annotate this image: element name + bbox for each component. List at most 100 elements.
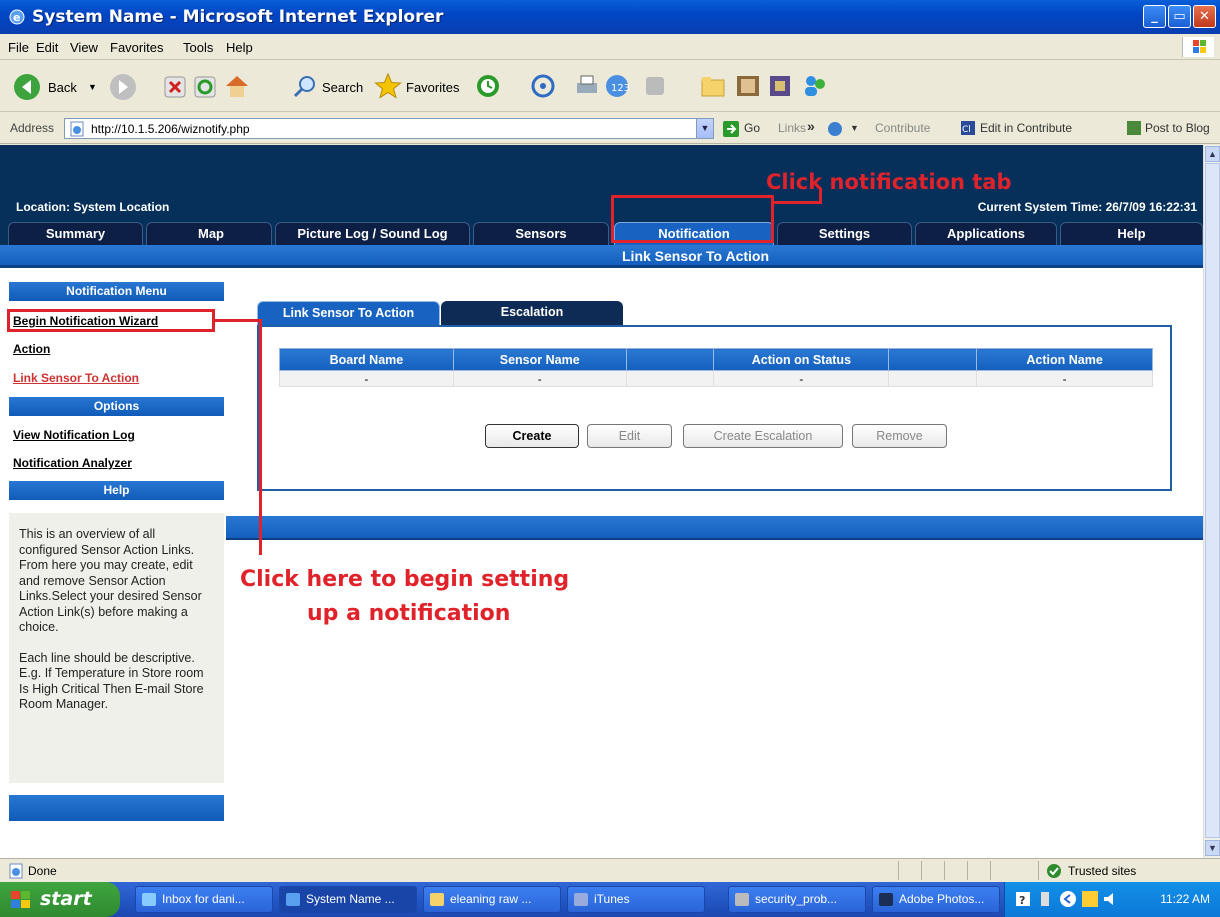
scroll-up-icon[interactable]: ▲: [1205, 146, 1220, 162]
scroll-thumb[interactable]: [1205, 163, 1220, 838]
tools-icon[interactable]: [766, 72, 794, 100]
task-security[interactable]: security_prob...: [728, 886, 866, 913]
expand-tray-icon[interactable]: [1059, 890, 1077, 908]
start-button[interactable]: start: [0, 882, 120, 917]
svg-text:e: e: [13, 11, 20, 24]
post-to-blog-button[interactable]: Post to Blog: [1145, 121, 1210, 135]
vertical-scrollbar[interactable]: ▲ ▼: [1203, 145, 1220, 858]
clock: 11:22 AM: [1160, 892, 1210, 906]
column-header[interactable]: Sensor Name: [452, 348, 627, 371]
discuss-icon[interactable]: [644, 75, 666, 97]
stop-icon[interactable]: [163, 75, 187, 99]
table-cell: [625, 370, 715, 387]
favorites-star-icon[interactable]: [374, 72, 402, 100]
table-cell: -: [279, 370, 454, 387]
help-tray-icon[interactable]: ?: [1015, 891, 1031, 907]
content-footer-bar: [226, 516, 1203, 540]
subtab-escalation[interactable]: Escalation: [441, 301, 623, 325]
tab-applications[interactable]: Applications: [915, 222, 1057, 245]
menu-favorites[interactable]: Favorites: [110, 40, 163, 55]
toolbar-addon-icon[interactable]: [826, 120, 844, 138]
forward-icon[interactable]: [108, 72, 138, 102]
menu-item-link-sensor[interactable]: Link Sensor To Action: [13, 371, 139, 385]
tab-sensors[interactable]: Sensors: [473, 222, 609, 245]
back-icon[interactable]: [12, 72, 42, 102]
tray-app-icon[interactable]: [1081, 890, 1099, 908]
create-button[interactable]: Create: [485, 424, 579, 448]
go-button[interactable]: Go: [744, 121, 760, 135]
menu-edit[interactable]: Edit: [36, 40, 58, 55]
maximize-button[interactable]: ▭: [1168, 5, 1191, 28]
page-viewport: Location: System Location Current System…: [0, 145, 1203, 858]
close-button[interactable]: ✕: [1193, 5, 1216, 28]
search-label[interactable]: Search: [322, 80, 363, 95]
edit-button[interactable]: Edit: [587, 424, 672, 448]
ie-icon: e: [9, 9, 25, 25]
back-dropdown-icon[interactable]: ▼: [88, 82, 97, 92]
status-divider: [990, 861, 991, 880]
column-header[interactable]: Board Name: [279, 348, 454, 371]
tab-settings[interactable]: Settings: [777, 222, 912, 245]
address-dropdown-icon[interactable]: ▼: [696, 119, 713, 138]
task-label: eleaning raw ...: [450, 892, 532, 906]
tab-picture-log[interactable]: Picture Log / Sound Log: [275, 222, 470, 245]
main-tabs: Summary Map Picture Log / Sound Log Sens…: [0, 218, 1203, 245]
research-icon[interactable]: [734, 72, 762, 100]
messenger-icon[interactable]: 123: [603, 73, 631, 99]
folder-icon[interactable]: [700, 73, 726, 99]
table-row[interactable]: - - - -: [279, 370, 1153, 387]
volume-icon[interactable]: [1101, 890, 1119, 908]
menu-item-view-log[interactable]: View Notification Log: [13, 428, 135, 442]
location-label: Location: System Location: [16, 200, 170, 214]
notification-tab-highlight: [611, 195, 774, 243]
create-escalation-button[interactable]: Create Escalation: [683, 424, 843, 448]
contacts-icon[interactable]: [800, 72, 830, 100]
address-input[interactable]: http://10.1.5.206/wiznotify.php ▼: [64, 118, 714, 139]
sensor-action-table: Board Name Sensor Name Action on Status …: [279, 348, 1153, 387]
back-label[interactable]: Back: [48, 80, 77, 95]
task-folder[interactable]: eleaning raw ...: [423, 886, 561, 913]
app-header: Location: System Location Current System…: [0, 145, 1203, 245]
task-photoshop[interactable]: Adobe Photos...: [872, 886, 1000, 913]
security-zone: Trusted sites: [1068, 864, 1137, 878]
menu-view[interactable]: View: [70, 40, 98, 55]
search-icon[interactable]: [292, 73, 318, 99]
links-chevron-icon[interactable]: »: [807, 118, 815, 134]
links-button[interactable]: Links: [778, 121, 806, 135]
column-header[interactable]: Action Name: [976, 348, 1153, 371]
menu-help[interactable]: Help: [226, 40, 253, 55]
svg-text:?: ?: [1019, 894, 1025, 907]
tab-help[interactable]: Help: [1060, 222, 1203, 245]
content-panel: Board Name Sensor Name Action on Status …: [257, 325, 1172, 491]
edit-in-contribute-button[interactable]: Edit in Contribute: [980, 121, 1072, 135]
task-itunes[interactable]: iTunes: [567, 886, 705, 913]
menu-file[interactable]: File: [8, 40, 29, 55]
contribute-label[interactable]: Contribute: [875, 121, 930, 135]
remove-button[interactable]: Remove: [852, 424, 947, 448]
menu-item-action[interactable]: Action: [13, 342, 50, 356]
addon-dropdown-icon[interactable]: ▼: [850, 123, 859, 133]
svg-text:123: 123: [611, 83, 630, 94]
column-header[interactable]: Action on Status: [713, 348, 890, 371]
home-icon[interactable]: [223, 73, 251, 99]
menu-tools[interactable]: Tools: [183, 40, 213, 55]
connection-tray-icon[interactable]: [1039, 890, 1051, 908]
refresh-icon[interactable]: [193, 75, 217, 99]
go-icon[interactable]: [722, 120, 740, 138]
print-icon[interactable]: [574, 73, 600, 99]
minimize-button[interactable]: _: [1143, 5, 1166, 28]
section-title-bar: Link Sensor To Action: [0, 245, 1203, 268]
mail-icon[interactable]: [530, 73, 556, 99]
menu-item-analyzer[interactable]: Notification Analyzer: [13, 456, 132, 470]
scroll-down-icon[interactable]: ▼: [1205, 840, 1220, 856]
history-icon[interactable]: [474, 72, 502, 100]
title-bar[interactable]: e System Name - Microsoft Internet Explo…: [0, 0, 1220, 34]
task-system-name[interactable]: System Name ...: [279, 886, 417, 913]
task-inbox[interactable]: Inbox for dani...: [135, 886, 273, 913]
favorites-label[interactable]: Favorites: [406, 80, 459, 95]
address-label: Address: [10, 121, 55, 135]
wizard-item-highlight: [7, 309, 215, 332]
subtab-link-sensor[interactable]: Link Sensor To Action: [257, 301, 440, 325]
tab-map[interactable]: Map: [146, 222, 272, 245]
tab-summary[interactable]: Summary: [8, 222, 143, 245]
